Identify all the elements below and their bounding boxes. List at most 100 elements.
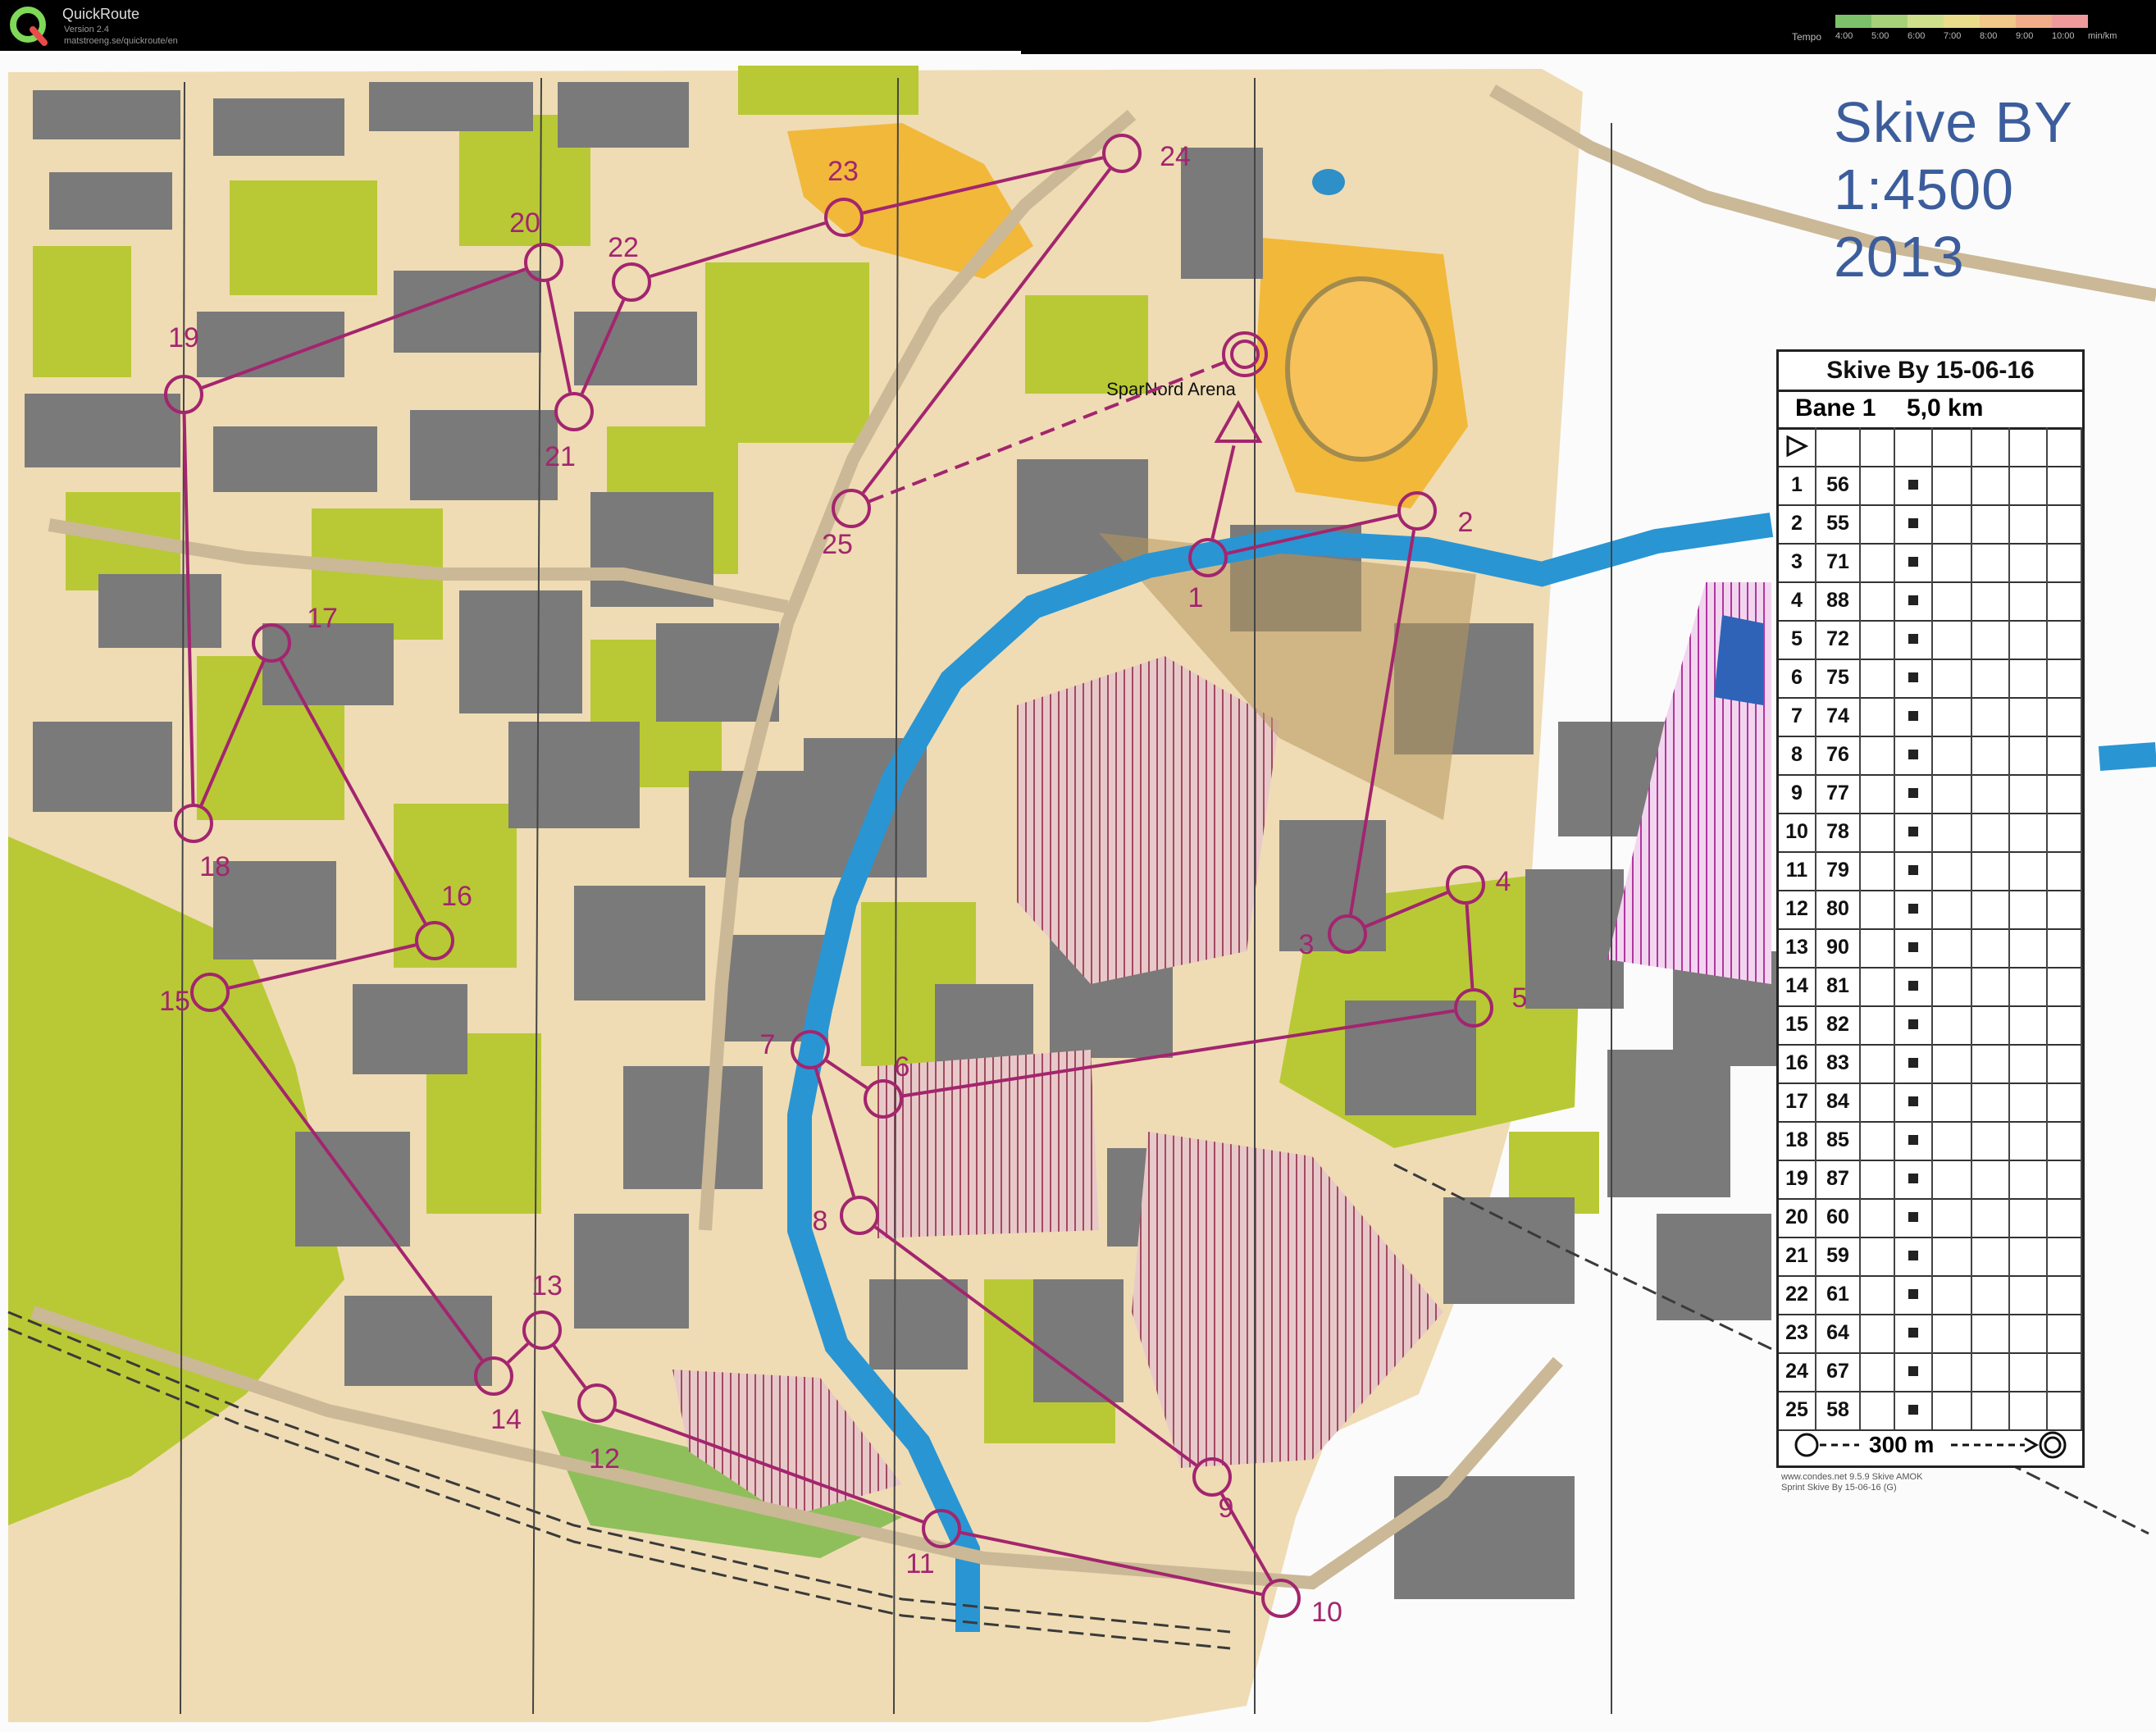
cd-control-row: 9 77 — [1779, 774, 2082, 814]
cd-symbol-cell — [1972, 736, 2010, 774]
cd-control-number: 10 — [1779, 813, 1816, 851]
cd-control-number: 24 — [1779, 1352, 1816, 1391]
cd-symbol-cell — [2048, 890, 2082, 928]
control-number: 9 — [1219, 1493, 1234, 1524]
tempo-tick-label: 8:00 — [1980, 31, 1998, 41]
cd-symbol-cell — [1861, 1121, 1895, 1160]
cd-control-code: 74 — [1816, 697, 1861, 736]
app-name: QuickRoute — [62, 6, 140, 22]
cd-symbol-cell — [1972, 697, 2010, 736]
cd-symbol-cell — [1933, 543, 1972, 581]
quickroute-logo-icon — [10, 7, 48, 46]
feature-symbol-icon — [1908, 1212, 1918, 1222]
feature-symbol-icon — [1908, 904, 1918, 914]
cd-symbol-cell — [1933, 1275, 1972, 1314]
feature-symbol-icon — [1908, 1096, 1918, 1106]
cd-event-name: Skive By 15-06-16 — [1779, 352, 2082, 392]
cd-symbol-cell — [2048, 1044, 2082, 1082]
cd-control-code: 83 — [1816, 1044, 1861, 1082]
cd-control-code: 75 — [1816, 659, 1861, 697]
cd-control-code: 84 — [1816, 1082, 1861, 1121]
cd-symbol-cell — [2010, 1044, 2048, 1082]
cd-symbol-cell — [1861, 1044, 1895, 1082]
cd-symbol-cell — [1861, 1314, 1895, 1352]
running-track — [1285, 276, 1438, 462]
cd-control-code: 58 — [1816, 1391, 1861, 1429]
cd-symbol-cell — [2010, 466, 2048, 504]
tempo-tick-label: min/km — [2088, 31, 2117, 41]
cd-symbol-cell — [1972, 427, 2010, 466]
cd-control-code: 78 — [1816, 813, 1861, 851]
cd-symbol-cell — [1861, 504, 1895, 543]
cd-symbol-cell — [2010, 1005, 2048, 1044]
feature-symbol-icon — [1908, 557, 1918, 567]
cd-control-number: 15 — [1779, 1005, 1816, 1044]
control-number: 6 — [895, 1051, 910, 1082]
control-number: 14 — [490, 1404, 522, 1435]
cd-symbol-cell — [1895, 1044, 1933, 1082]
cd-control-number: 5 — [1779, 620, 1816, 659]
cd-symbol-cell — [1933, 581, 1972, 620]
cd-symbol-cell — [1861, 813, 1895, 851]
cd-symbol-cell — [1972, 967, 2010, 1005]
tempo-tick-label: 7:00 — [1944, 31, 1962, 41]
cd-course-length: 5,0 km — [1907, 394, 1984, 422]
cd-symbol-cell — [1933, 1352, 1972, 1391]
app-url[interactable]: matstroeng.se/quickroute/en — [64, 36, 178, 46]
cd-control-number: 25 — [1779, 1391, 1816, 1429]
cd-finish-row: 300 m — [1779, 1424, 2082, 1465]
cd-control-row: 7 74 — [1779, 697, 2082, 737]
cd-control-number: 18 — [1779, 1121, 1816, 1160]
cd-control-number: 22 — [1779, 1275, 1816, 1314]
cd-symbol-cell — [1933, 1314, 1972, 1352]
cd-symbol-cell — [2048, 466, 2082, 504]
cd-symbol-cell — [1895, 1275, 1933, 1314]
cd-control-code: 55 — [1816, 504, 1861, 543]
feature-symbol-icon — [1908, 1135, 1918, 1145]
cd-symbol-cell — [1861, 1352, 1895, 1391]
control-number: 2 — [1458, 507, 1474, 538]
cd-control-code: 87 — [1816, 1160, 1861, 1198]
cd-symbol-cell — [1861, 1198, 1895, 1237]
feature-symbol-icon — [1908, 1174, 1918, 1183]
control-number: 10 — [1311, 1597, 1342, 1628]
cd-control-number: 12 — [1779, 890, 1816, 928]
cd-control-code: 72 — [1816, 620, 1861, 659]
feature-symbol-icon — [1908, 827, 1918, 836]
control-number: 16 — [441, 881, 472, 912]
out-of-bounds-north — [1017, 656, 1279, 984]
feature-symbol-icon — [1908, 1328, 1918, 1338]
cd-symbol-cell — [1933, 466, 1972, 504]
cd-symbol-cell — [1895, 1237, 1933, 1275]
cd-symbol-cell — [1861, 1160, 1895, 1198]
cd-control-number: 19 — [1779, 1160, 1816, 1198]
cd-symbol-cell — [2010, 697, 2048, 736]
cd-symbol-cell — [1895, 1198, 1933, 1237]
cd-control-number: 8 — [1779, 736, 1816, 774]
cd-symbol-cell — [1972, 1275, 2010, 1314]
cd-symbol-cell — [1972, 813, 2010, 851]
cd-symbol-cell — [1861, 1237, 1895, 1275]
cd-symbol-cell — [1895, 659, 1933, 697]
cd-symbol-cell — [1972, 620, 2010, 659]
control-number: 12 — [589, 1443, 620, 1474]
cd-control-number: 16 — [1779, 1044, 1816, 1082]
cd-symbol-cell — [1895, 504, 1933, 543]
cd-control-row: 13 90 — [1779, 928, 2082, 969]
feature-symbol-icon — [1908, 981, 1918, 991]
cd-symbol-cell — [1933, 1044, 1972, 1082]
cd-symbol-cell — [1972, 774, 2010, 813]
cd-symbol-cell — [1972, 581, 2010, 620]
cd-symbol-cell — [2048, 543, 2082, 581]
cd-finish-distance: 300 m — [1869, 1432, 1935, 1457]
small-pond — [1312, 169, 1345, 195]
control-number: 17 — [307, 603, 338, 634]
cd-symbol-cell — [2048, 1160, 2082, 1198]
imprint-line-2: Sprint Skive By 15-06-16 (G) — [1781, 1483, 1897, 1493]
cd-symbol-cell — [1972, 1121, 2010, 1160]
cd-symbol-cell — [1972, 890, 2010, 928]
cd-course-name: Bane 1 — [1795, 394, 1876, 422]
cd-symbol-cell — [1895, 620, 1933, 659]
cd-symbol-cell — [1861, 466, 1895, 504]
control-number: 25 — [822, 529, 853, 560]
